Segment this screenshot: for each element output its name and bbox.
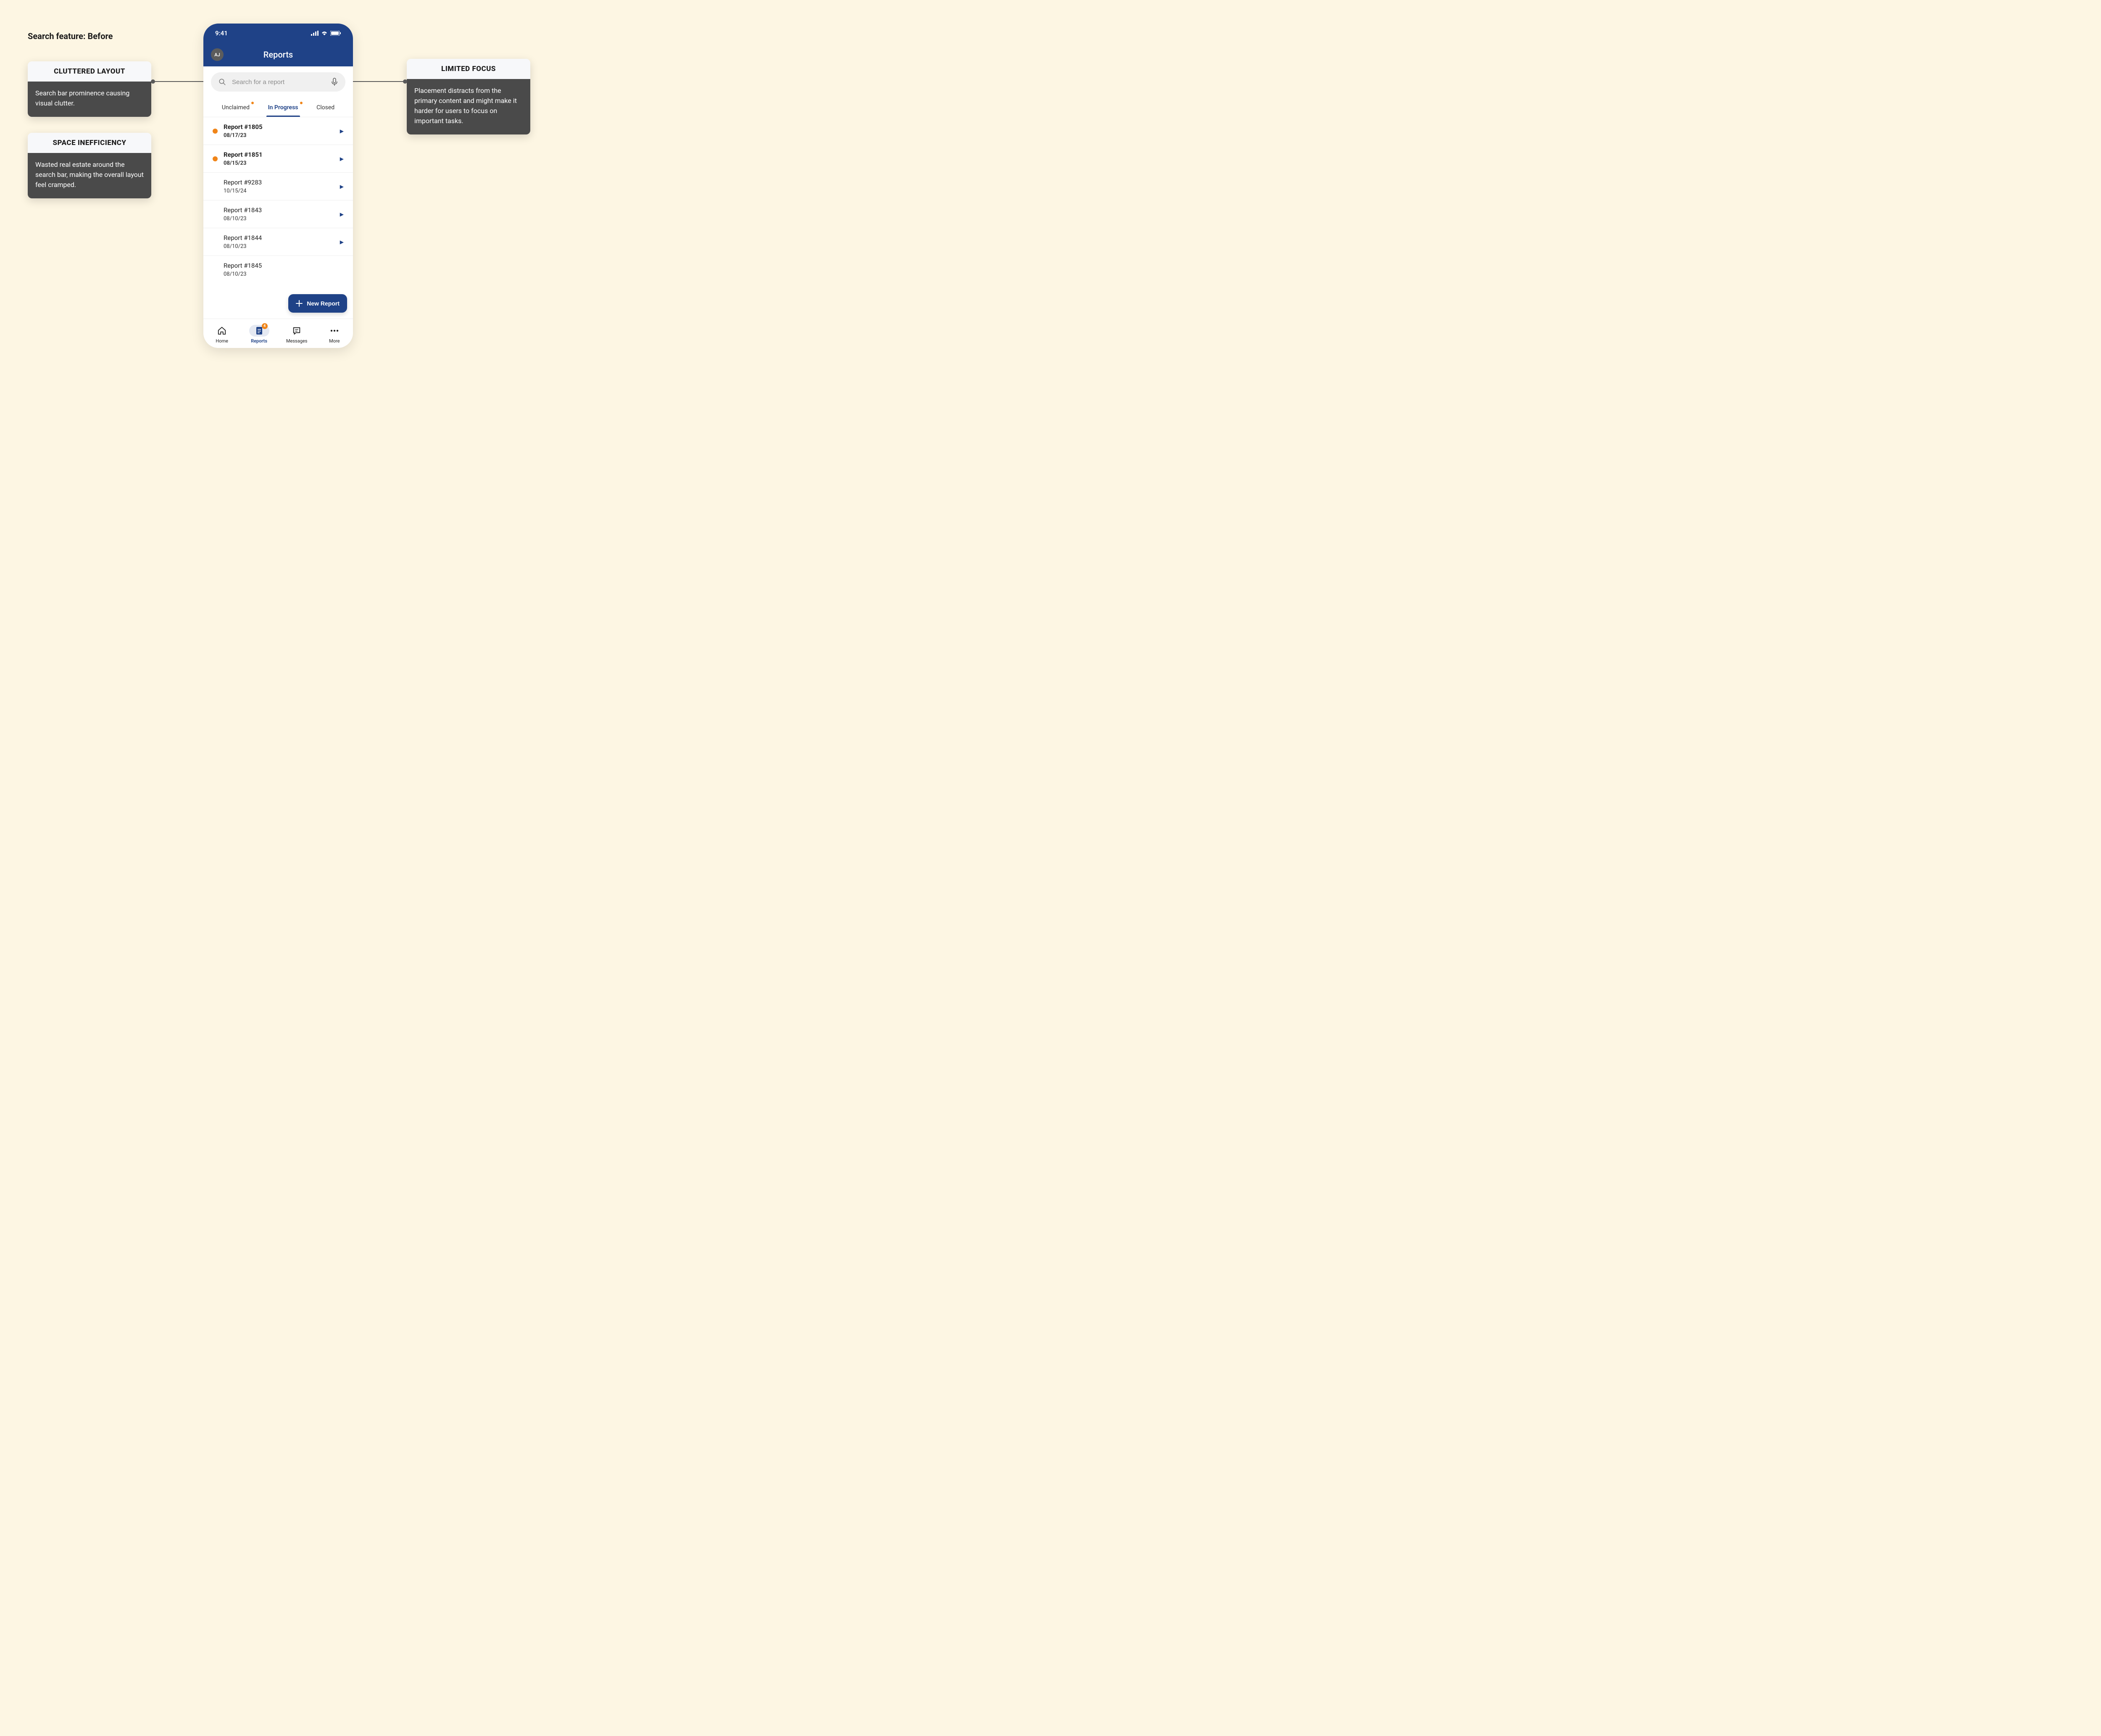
status-icons: [311, 31, 341, 36]
nav-home[interactable]: Home: [212, 325, 232, 344]
microphone-icon[interactable]: [331, 78, 338, 86]
report-title: Report #9283: [224, 179, 334, 186]
tab-unclaimed[interactable]: Unclaimed: [220, 100, 251, 117]
list-item[interactable]: Report #1845 08/10/23: [203, 256, 353, 283]
chevron-right-icon: ▶: [340, 128, 344, 134]
search-icon: [219, 78, 226, 86]
annotation-title: SPACE INEFFICIENCY: [28, 133, 151, 153]
phone-mockup: 9:41 AJ Reports Unclaimed In Progress Cl…: [203, 24, 353, 348]
unread-dot-icon: [213, 129, 218, 134]
more-icon: [330, 329, 339, 332]
connector-line: [153, 81, 211, 82]
report-title: Report #1843: [224, 206, 334, 214]
report-date: 08/15/23: [224, 160, 334, 166]
tab-closed[interactable]: Closed: [315, 100, 336, 117]
nav-label: Reports: [251, 338, 267, 344]
tab-label: In Progress: [268, 104, 298, 111]
messages-icon: [292, 326, 301, 335]
unread-dot-icon: [213, 156, 218, 161]
chevron-right-icon: ▶: [340, 211, 344, 217]
home-icon: [217, 326, 226, 335]
report-title: Report #1844: [224, 234, 334, 242]
nav-label: Messages: [286, 338, 307, 344]
list-item[interactable]: Report #1843 08/10/23 ▶: [203, 200, 353, 228]
chevron-right-icon: ▶: [340, 184, 344, 190]
avatar[interactable]: AJ: [211, 48, 224, 61]
report-title: Report #1805: [224, 123, 334, 131]
nav-label: More: [329, 338, 340, 344]
list-item[interactable]: Report #9283 10/15/24 ▶: [203, 173, 353, 200]
status-time: 9:41: [215, 29, 228, 37]
connector-line: [346, 81, 405, 82]
wifi-icon: [321, 31, 328, 36]
page-title: Search feature: Before: [28, 31, 113, 41]
nav-badge: 4: [262, 323, 268, 329]
report-date: 08/17/23: [224, 132, 334, 139]
signal-icon: [311, 31, 319, 36]
search-input[interactable]: [232, 79, 325, 86]
new-report-button[interactable]: New Report: [288, 294, 347, 313]
search-area: [203, 66, 353, 97]
annotation-body: Search bar prominence causing visual clu…: [28, 82, 151, 117]
tab-label: Closed: [316, 104, 334, 111]
report-date: 08/10/23: [224, 243, 334, 250]
list-item[interactable]: Report #1805 08/17/23 ▶: [203, 117, 353, 145]
report-date: 08/10/23: [224, 216, 334, 222]
tab-in-progress[interactable]: In Progress: [266, 100, 300, 117]
new-report-label: New Report: [307, 300, 340, 307]
app-title: Reports: [263, 50, 293, 60]
tabs: Unclaimed In Progress Closed: [203, 97, 353, 117]
report-title: Report #1845: [224, 262, 344, 269]
plus-icon: [296, 300, 303, 307]
list-item[interactable]: Report #1844 08/10/23 ▶: [203, 228, 353, 256]
annotation-body: Placement distracts from the primary con…: [407, 79, 530, 134]
annotation-space: SPACE INEFFICIENCY Wasted real estate ar…: [28, 133, 151, 198]
nav-label: Home: [216, 338, 228, 344]
report-list: Report #1805 08/17/23 ▶ Report #1851 08/…: [203, 117, 353, 283]
tab-dot-icon: [300, 102, 303, 104]
bottom-nav: Home 4 Reports Messages More: [203, 319, 353, 348]
nav-reports[interactable]: 4 Reports: [249, 325, 269, 344]
chevron-right-icon: ▶: [340, 156, 344, 162]
annotation-title: CLUTTERED LAYOUT: [28, 61, 151, 82]
nav-messages[interactable]: Messages: [286, 325, 307, 344]
report-date: 10/15/24: [224, 188, 334, 194]
search-bar[interactable]: [211, 72, 345, 92]
app-header: AJ Reports: [203, 43, 353, 66]
annotation-body: Wasted real estate around the search bar…: [28, 153, 151, 198]
report-title: Report #1851: [224, 151, 334, 158]
statusbar: 9:41: [203, 24, 353, 43]
annotation-cluttered: CLUTTERED LAYOUT Search bar prominence c…: [28, 61, 151, 117]
nav-more[interactable]: More: [324, 325, 345, 344]
annotation-focus: LIMITED FOCUS Placement distracts from t…: [407, 59, 530, 134]
battery-icon: [330, 31, 341, 36]
tab-label: Unclaimed: [222, 104, 250, 111]
list-item[interactable]: Report #1851 08/15/23 ▶: [203, 145, 353, 173]
chevron-right-icon: ▶: [340, 239, 344, 245]
annotation-title: LIMITED FOCUS: [407, 59, 530, 79]
tab-dot-icon: [251, 102, 254, 104]
report-date: 08/10/23: [224, 271, 344, 277]
